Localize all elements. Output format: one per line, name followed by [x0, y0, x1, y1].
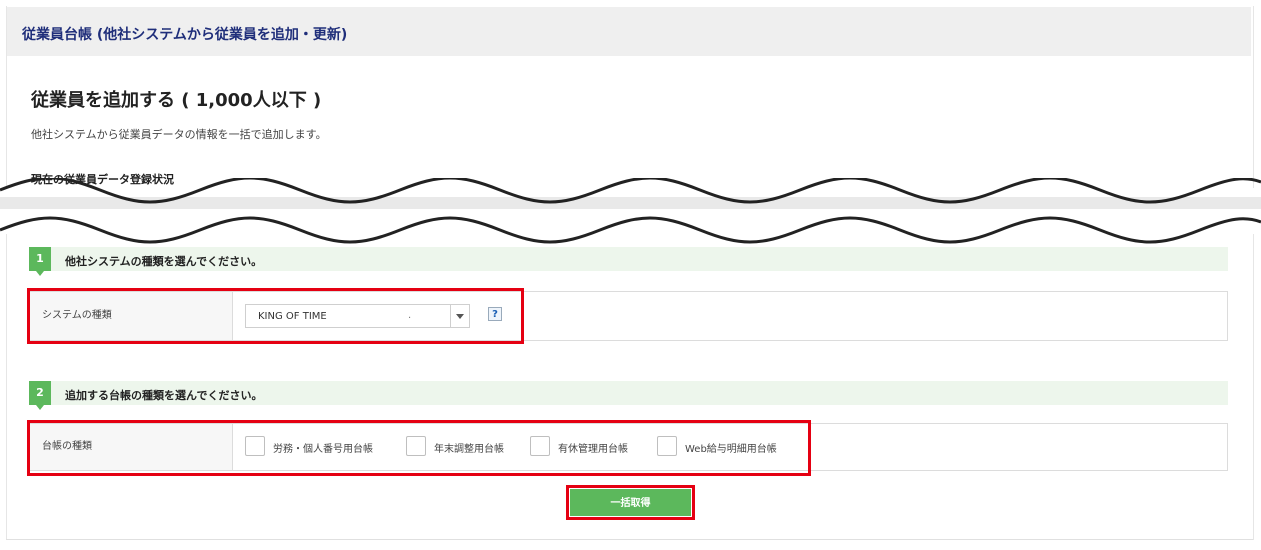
step2-number: 2 — [29, 381, 51, 410]
highlight-box-ledger — [27, 420, 811, 476]
wave-cut-icon — [0, 178, 1261, 244]
highlight-box-system — [27, 288, 524, 344]
bottom-divider — [6, 539, 1253, 540]
step1-bar: 1 他社システムの種類を選んでください。 — [29, 247, 1228, 276]
step2-bar: 2 追加する台帳の種類を選んでください。 — [29, 381, 1228, 410]
section-title: 従業員を追加する ( 1,000人以下 ) — [31, 90, 322, 111]
highlight-box-submit — [566, 485, 695, 520]
page-title: 従業員台帳 (他社システムから従業員を追加・更新) — [22, 27, 348, 43]
step1-number: 1 — [29, 247, 51, 276]
step1-label: 他社システムの種類を選んでください。 — [65, 255, 263, 268]
step2-label: 追加する台帳の種類を選んでください。 — [65, 389, 263, 402]
section-description: 他社システムから従業員データの情報を一括で追加します。 — [31, 128, 327, 141]
